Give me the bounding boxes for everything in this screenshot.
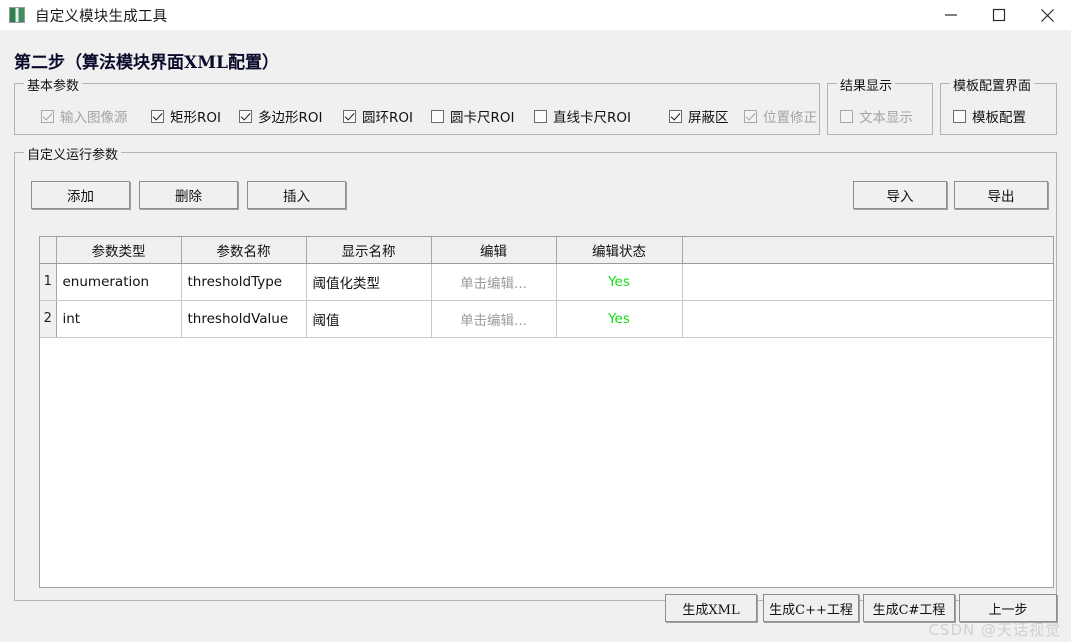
checkbox-annulus-roi[interactable]: 圆环ROI: [343, 106, 413, 126]
cell-filler: [682, 300, 1053, 337]
page-title: 第二步（算法模块界面XML配置）: [14, 48, 279, 73]
checkbox-box-icon: [343, 110, 356, 123]
cell-edit-state[interactable]: Yes: [556, 300, 682, 337]
row-header[interactable]: 1: [40, 263, 56, 300]
column-header-edit[interactable]: 编辑: [431, 237, 556, 263]
table-header: 参数类型 参数名称 显示名称 编辑 编辑状态: [40, 237, 1053, 263]
generate-xml-button[interactable]: 生成XML: [665, 594, 757, 622]
table-header-filler: [682, 237, 1053, 263]
group-basic-parameters-title: 基本参数: [24, 75, 82, 94]
checkbox-input-image-source[interactable]: 输入图像源: [41, 106, 128, 126]
checkbox-box-icon: [840, 110, 853, 123]
column-header-display-name[interactable]: 显示名称: [306, 237, 431, 263]
checkbox-rect-roi[interactable]: 矩形ROI: [151, 106, 221, 126]
table-row[interactable]: 2 int thresholdValue 阈值 单击编辑... Yes: [40, 300, 1053, 337]
cell-filler: [682, 263, 1053, 300]
generate-csharp-project-button[interactable]: 生成C#工程: [863, 594, 955, 622]
cell-edit-link[interactable]: 单击编辑...: [431, 263, 556, 300]
insert-button[interactable]: 插入: [247, 181, 346, 209]
checkbox-box-icon: [669, 110, 682, 123]
group-custom-run-parameters-title: 自定义运行参数: [24, 144, 121, 163]
table-body: 1 enumeration thresholdType 阈值化类型 单击编辑..…: [40, 263, 1053, 337]
checkbox-label: 输入图像源: [60, 106, 128, 126]
checkbox-mask-region[interactable]: 屏蔽区: [669, 106, 729, 126]
group-custom-run-parameters: 自定义运行参数 添加 删除 插入 导入 导出 参数类型 参数名称 显示名称 编辑…: [14, 152, 1057, 601]
parameters-table-container[interactable]: 参数类型 参数名称 显示名称 编辑 编辑状态 1 enumeration thr…: [39, 236, 1054, 588]
checkbox-label: 圆环ROI: [362, 106, 413, 126]
checkbox-text-display[interactable]: 文本显示: [840, 106, 913, 126]
title-bar: 自定义模块生成工具: [0, 0, 1071, 30]
checkbox-label: 位置修正: [763, 106, 817, 126]
cell-edit-state[interactable]: Yes: [556, 263, 682, 300]
group-template-config: 模板配置界面 模板配置: [940, 83, 1057, 135]
delete-button[interactable]: 删除: [139, 181, 238, 209]
previous-step-button[interactable]: 上一步: [959, 594, 1057, 622]
checkbox-circle-caliper-roi[interactable]: 圆卡尺ROI: [431, 106, 515, 126]
checkbox-box-icon: [239, 110, 252, 123]
checkbox-line-caliper-roi[interactable]: 直线卡尺ROI: [534, 106, 631, 126]
checkbox-box-icon: [431, 110, 444, 123]
window-title: 自定义模块生成工具: [35, 5, 167, 26]
parameters-table: 参数类型 参数名称 显示名称 编辑 编辑状态 1 enumeration thr…: [40, 237, 1053, 338]
window-controls: [927, 0, 1071, 30]
group-basic-parameters: 基本参数 输入图像源 矩形ROI 多边形ROI 圆环ROI 圆卡尺ROI 直线卡…: [14, 83, 820, 135]
table-corner-cell: [40, 237, 56, 263]
import-button[interactable]: 导入: [853, 181, 947, 209]
cell-param-type[interactable]: enumeration: [56, 263, 181, 300]
checkbox-box-icon: [744, 110, 757, 123]
add-button[interactable]: 添加: [31, 181, 130, 209]
checkbox-label: 多边形ROI: [258, 106, 323, 126]
group-template-config-title: 模板配置界面: [950, 75, 1034, 94]
checkbox-box-icon: [534, 110, 547, 123]
table-row[interactable]: 1 enumeration thresholdType 阈值化类型 单击编辑..…: [40, 263, 1053, 300]
checkbox-box-icon: [151, 110, 164, 123]
cell-edit-link[interactable]: 单击编辑...: [431, 300, 556, 337]
checkbox-box-icon: [953, 110, 966, 123]
row-header[interactable]: 2: [40, 300, 56, 337]
checkbox-label: 模板配置: [972, 106, 1026, 126]
minimize-icon[interactable]: [927, 0, 975, 30]
close-icon[interactable]: [1023, 0, 1071, 30]
checkbox-position-correction[interactable]: 位置修正: [744, 106, 817, 126]
column-header-edit-state[interactable]: 编辑状态: [556, 237, 682, 263]
watermark: CSDN @天话视觉: [928, 619, 1061, 640]
checkbox-label: 直线卡尺ROI: [553, 106, 631, 126]
checkbox-box-icon: [41, 110, 54, 123]
export-button[interactable]: 导出: [954, 181, 1048, 209]
checkbox-label: 屏蔽区: [688, 106, 729, 126]
generate-cpp-project-button[interactable]: 生成C++工程: [763, 594, 859, 622]
group-result-display-title: 结果显示: [837, 75, 895, 94]
column-header-param-name[interactable]: 参数名称: [181, 237, 306, 263]
maximize-icon[interactable]: [975, 0, 1023, 30]
cell-display-name[interactable]: 阈值化类型: [306, 263, 431, 300]
group-result-display: 结果显示 文本显示: [827, 83, 933, 135]
table-header-row: 参数类型 参数名称 显示名称 编辑 编辑状态: [40, 237, 1053, 263]
column-header-param-type[interactable]: 参数类型: [56, 237, 181, 263]
checkbox-polygon-roi[interactable]: 多边形ROI: [239, 106, 323, 126]
cell-param-name[interactable]: thresholdValue: [181, 300, 306, 337]
checkbox-label: 文本显示: [859, 106, 913, 126]
checkbox-template-config[interactable]: 模板配置: [953, 106, 1026, 126]
app-icon: [9, 7, 25, 23]
cell-param-type[interactable]: int: [56, 300, 181, 337]
cell-param-name[interactable]: thresholdType: [181, 263, 306, 300]
cell-display-name[interactable]: 阈值: [306, 300, 431, 337]
client-area: 第二步（算法模块界面XML配置） 基本参数 输入图像源 矩形ROI 多边形ROI…: [0, 30, 1071, 642]
checkbox-label: 矩形ROI: [170, 106, 221, 126]
checkbox-label: 圆卡尺ROI: [450, 106, 515, 126]
